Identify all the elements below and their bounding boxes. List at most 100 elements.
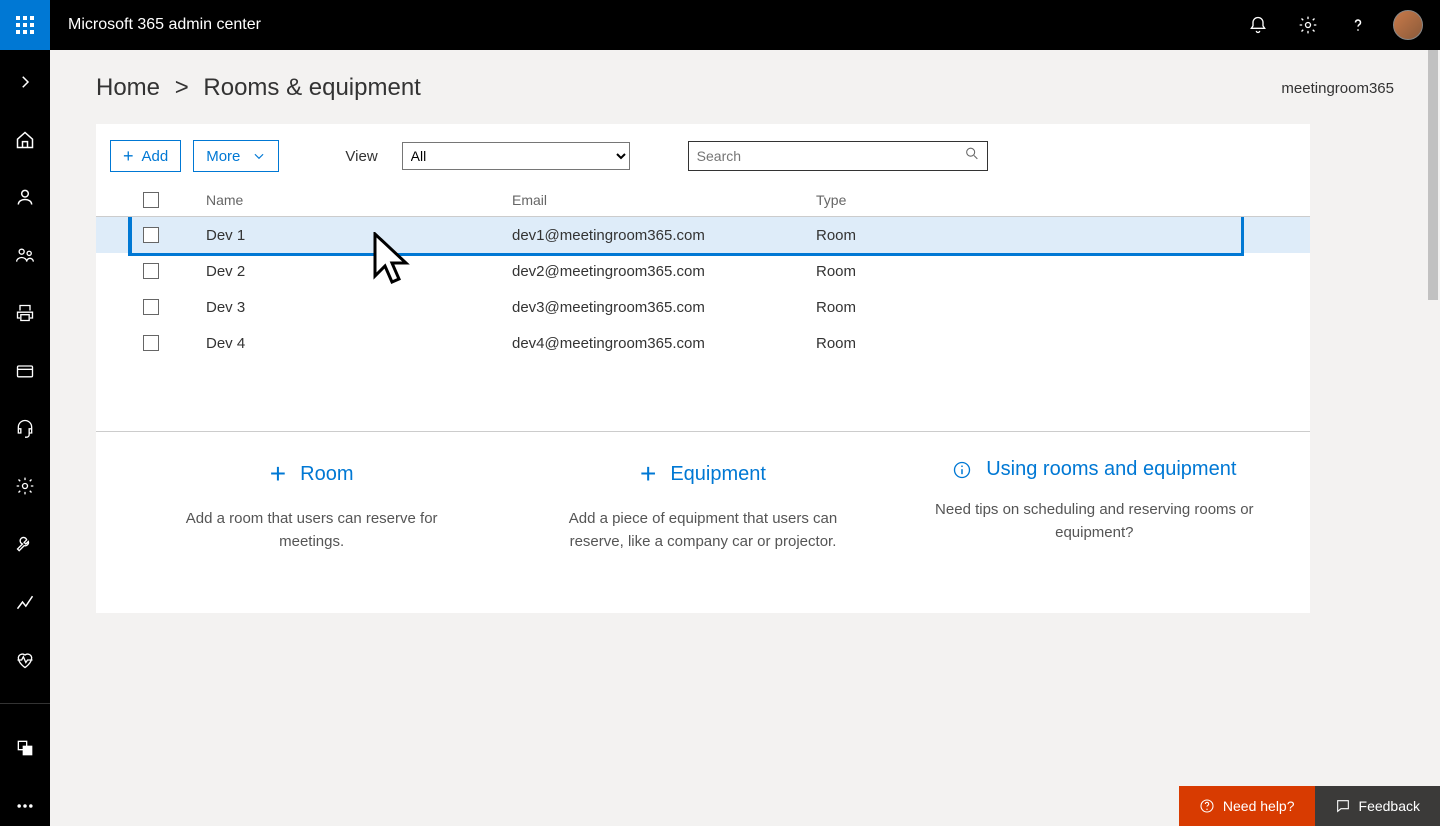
row-email: dev2@meetingroom365.com bbox=[512, 263, 816, 280]
row-checkbox[interactable] bbox=[143, 263, 159, 279]
row-type: Room bbox=[816, 227, 1310, 244]
table-row[interactable]: Dev 3dev3@meetingroom365.comRoom bbox=[96, 289, 1310, 325]
help-button[interactable] bbox=[1338, 5, 1378, 45]
card-using: Using rooms and equipment Need tips on s… bbox=[901, 458, 1288, 553]
chart-icon bbox=[15, 592, 35, 612]
account-button[interactable] bbox=[1388, 5, 1428, 45]
row-email: dev1@meetingroom365.com bbox=[512, 227, 816, 244]
feedback-label: Feedback bbox=[1359, 798, 1420, 814]
search-input[interactable] bbox=[688, 141, 988, 171]
avatar bbox=[1393, 10, 1423, 40]
search-icon[interactable] bbox=[964, 146, 980, 167]
card-equipment-title: Equipment bbox=[670, 463, 766, 486]
table-row[interactable]: Dev 1dev1@meetingroom365.comRoom bbox=[96, 217, 1310, 253]
nav-home[interactable] bbox=[5, 120, 45, 160]
table-row[interactable]: Dev 2dev2@meetingroom365.comRoom bbox=[96, 253, 1310, 289]
row-type: Room bbox=[816, 299, 1310, 316]
heart-icon bbox=[15, 650, 35, 670]
breadcrumb: Home > Rooms & equipment bbox=[96, 74, 421, 102]
card-room-desc: Add a room that users can reserve for me… bbox=[118, 508, 505, 553]
app-title: Microsoft 365 admin center bbox=[68, 16, 261, 34]
view-label: View bbox=[345, 148, 377, 165]
gear-icon bbox=[15, 476, 35, 496]
gear-icon bbox=[1298, 15, 1318, 35]
header-type[interactable]: Type bbox=[816, 192, 1310, 208]
header-email[interactable]: Email bbox=[512, 192, 816, 208]
question-icon bbox=[1348, 15, 1368, 35]
nav-setup[interactable] bbox=[5, 524, 45, 564]
add-button-label: Add bbox=[142, 148, 169, 165]
footer-bar: Need help? Feedback bbox=[1179, 786, 1440, 826]
nav-reports[interactable] bbox=[5, 582, 45, 622]
plus-icon: + bbox=[270, 458, 286, 490]
plus-icon: + bbox=[123, 147, 134, 165]
card-equipment-desc: Add a piece of equipment that users can … bbox=[509, 508, 896, 553]
row-checkbox[interactable] bbox=[143, 335, 159, 351]
header-name[interactable]: Name bbox=[206, 192, 512, 208]
row-checkbox[interactable] bbox=[143, 227, 159, 243]
card-room-title: Room bbox=[300, 463, 353, 486]
nav-billing[interactable] bbox=[5, 351, 45, 391]
card-using-desc: Need tips on scheduling and reserving ro… bbox=[901, 499, 1288, 544]
waffle-icon bbox=[15, 15, 35, 35]
rooms-table: Name Email Type Dev 1dev1@meetingroom365… bbox=[96, 184, 1310, 361]
group-icon bbox=[15, 245, 35, 265]
toolbar: + Add More View All bbox=[96, 132, 1310, 184]
nav-users[interactable] bbox=[5, 178, 45, 218]
row-type: Room bbox=[816, 335, 1310, 352]
row-name: Dev 4 bbox=[206, 335, 512, 352]
more-button-label: More bbox=[206, 148, 240, 165]
view-select[interactable]: All bbox=[402, 142, 630, 170]
row-name: Dev 3 bbox=[206, 299, 512, 316]
scrollbar-thumb[interactable] bbox=[1428, 50, 1438, 300]
table-row[interactable]: Dev 4dev4@meetingroom365.comRoom bbox=[96, 325, 1310, 361]
nav-settings[interactable] bbox=[5, 466, 45, 506]
panel: + Add More View All bbox=[96, 124, 1310, 613]
headset-icon bbox=[15, 418, 35, 438]
app-launcher-button[interactable] bbox=[0, 0, 50, 50]
nav-admin-centers[interactable] bbox=[5, 728, 45, 768]
info-icon bbox=[952, 460, 972, 480]
help-circle-icon bbox=[1199, 798, 1215, 814]
card-equipment: + Equipment Add a piece of equipment tha… bbox=[509, 458, 896, 553]
table-header-row: Name Email Type bbox=[96, 184, 1310, 217]
feedback-button[interactable]: Feedback bbox=[1315, 786, 1440, 826]
add-equipment-link[interactable]: + Equipment bbox=[509, 458, 896, 490]
printer-icon bbox=[15, 303, 35, 323]
settings-button[interactable] bbox=[1288, 5, 1328, 45]
nav-divider bbox=[0, 703, 50, 704]
bell-icon bbox=[1248, 15, 1268, 35]
card-using-title: Using rooms and equipment bbox=[986, 458, 1236, 481]
chevron-right-icon bbox=[16, 73, 34, 91]
using-rooms-link[interactable]: Using rooms and equipment bbox=[901, 458, 1288, 481]
user-icon bbox=[15, 187, 35, 207]
nav-support[interactable] bbox=[5, 409, 45, 449]
row-email: dev3@meetingroom365.com bbox=[512, 299, 816, 316]
tenant-name: meetingroom365 bbox=[1281, 80, 1394, 97]
left-nav bbox=[0, 50, 50, 826]
nav-health[interactable] bbox=[5, 640, 45, 680]
notifications-button[interactable] bbox=[1238, 5, 1278, 45]
home-icon bbox=[15, 130, 35, 150]
row-checkbox[interactable] bbox=[143, 299, 159, 315]
breadcrumb-home[interactable]: Home bbox=[96, 74, 160, 101]
row-name: Dev 1 bbox=[206, 227, 512, 244]
breadcrumb-separator: > bbox=[175, 74, 189, 101]
ellipsis-icon bbox=[15, 796, 35, 816]
card-icon bbox=[15, 361, 35, 381]
nav-groups[interactable] bbox=[5, 235, 45, 275]
need-help-button[interactable]: Need help? bbox=[1179, 786, 1315, 826]
add-button[interactable]: + Add bbox=[110, 140, 181, 172]
chat-icon bbox=[1335, 798, 1351, 814]
need-help-label: Need help? bbox=[1223, 798, 1295, 814]
add-room-link[interactable]: + Room bbox=[118, 458, 505, 490]
row-name: Dev 2 bbox=[206, 263, 512, 280]
more-button[interactable]: More bbox=[193, 140, 279, 172]
nav-resources[interactable] bbox=[5, 293, 45, 333]
select-all-checkbox[interactable] bbox=[143, 192, 159, 208]
expand-nav-button[interactable] bbox=[5, 62, 45, 102]
action-cards: + Room Add a room that users can reserve… bbox=[96, 432, 1310, 613]
card-room: + Room Add a room that users can reserve… bbox=[118, 458, 505, 553]
nav-more[interactable] bbox=[5, 786, 45, 826]
scrollbar[interactable] bbox=[1426, 50, 1440, 826]
